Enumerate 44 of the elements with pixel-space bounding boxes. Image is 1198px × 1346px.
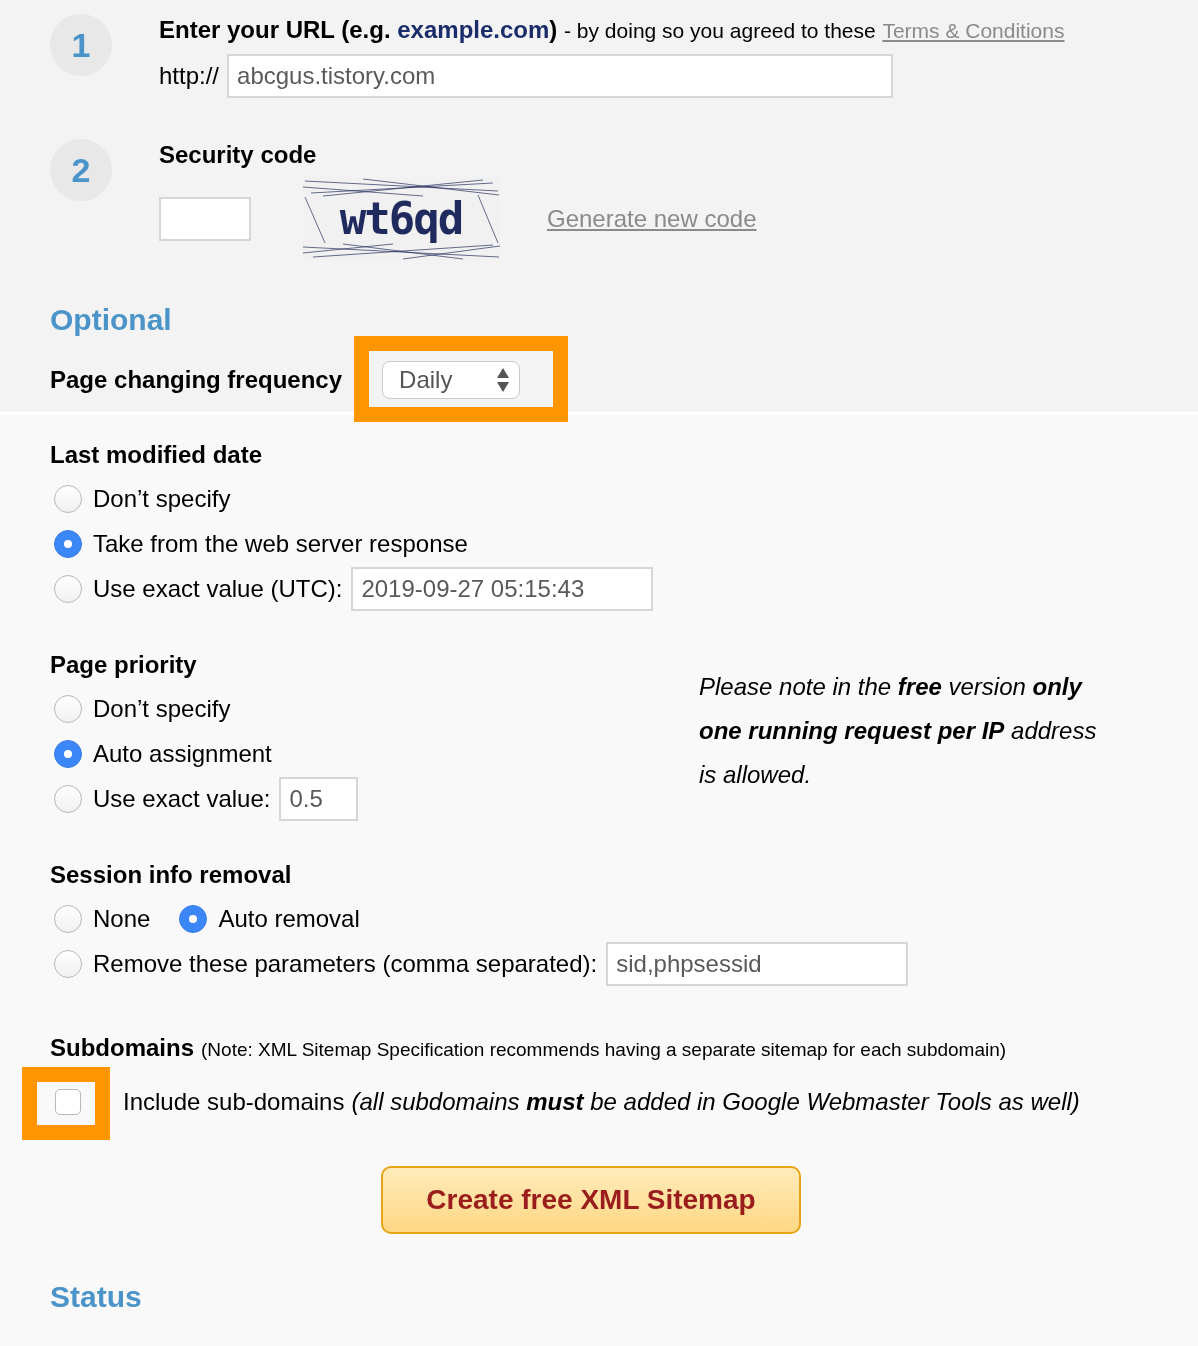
- radio-button[interactable]: [54, 575, 82, 603]
- subdomain-hint: (all subdomains must be added in Google Webmaster Tools as well): [351, 1088, 1080, 1116]
- text-field[interactable]: sid,phpsessid: [606, 942, 909, 986]
- checkbox-label: Include sub-domains: [123, 1088, 345, 1116]
- radio-button[interactable]: [179, 905, 208, 933]
- step-title: Security code: [159, 140, 318, 170]
- radio-button[interactable]: [54, 485, 82, 513]
- radio-button[interactable]: [54, 950, 82, 978]
- radio-button[interactable]: [54, 740, 82, 768]
- free-version-note: Please note in the free version only one running request per IP address is allowed.: [699, 672, 1098, 790]
- field-label: Page changing frequency: [50, 365, 343, 395]
- url-instruction: Enter your URL (e.g. example.com) - by doing so you agreed to these Terms & Conditions: [159, 15, 1065, 45]
- radio-label: Use exact value:: [93, 785, 271, 813]
- section-heading: Optional: [50, 302, 173, 338]
- text-field[interactable]: 0.5: [279, 777, 359, 821]
- group-heading: Subdomains: [50, 1033, 194, 1063]
- radio-label: Auto removal: [218, 905, 360, 933]
- url-prefix: http://: [159, 61, 220, 91]
- radio-button[interactable]: [54, 695, 82, 723]
- up-down-arrows-icon: [497, 368, 510, 392]
- radio-label: Use exact value (UTC):: [93, 575, 343, 603]
- url-field[interactable]: abcgus.tistory.com: [227, 54, 894, 98]
- radio-label: None: [93, 905, 151, 933]
- subdomain-note: (Note: XML Sitemap Specification recommends having a separate sitemap for each subdomain): [201, 1039, 1007, 1061]
- radio-button[interactable]: [54, 785, 82, 813]
- radio-label: Take from the web server response: [93, 530, 468, 558]
- frequency-select[interactable]: Daily: [382, 361, 521, 399]
- group-heading: Page priority: [50, 650, 198, 680]
- text-field[interactable]: 2019-09-27 05:15:43: [351, 567, 654, 611]
- radio-button[interactable]: [54, 905, 82, 933]
- create-sitemap-button[interactable]: Create free XML Sitemap: [381, 1166, 801, 1234]
- captcha-image: wt6qd: [303, 177, 500, 260]
- group-heading: Last modified date: [50, 440, 264, 470]
- group-heading: Session info removal: [50, 860, 293, 890]
- section-heading: Status: [50, 1279, 143, 1315]
- checkbox[interactable]: [55, 1089, 81, 1115]
- radio-label: Don’t specify: [93, 695, 231, 723]
- radio-label: Auto assignment: [93, 740, 272, 768]
- step-number-badge: 1: [50, 14, 112, 76]
- radio-label: Don’t specify: [93, 485, 231, 513]
- radio-label: Remove these parameters (comma separated):: [93, 950, 598, 978]
- step-number-badge: 2: [50, 139, 112, 201]
- security-code-field[interactable]: [159, 196, 251, 241]
- radio-button[interactable]: [54, 530, 82, 558]
